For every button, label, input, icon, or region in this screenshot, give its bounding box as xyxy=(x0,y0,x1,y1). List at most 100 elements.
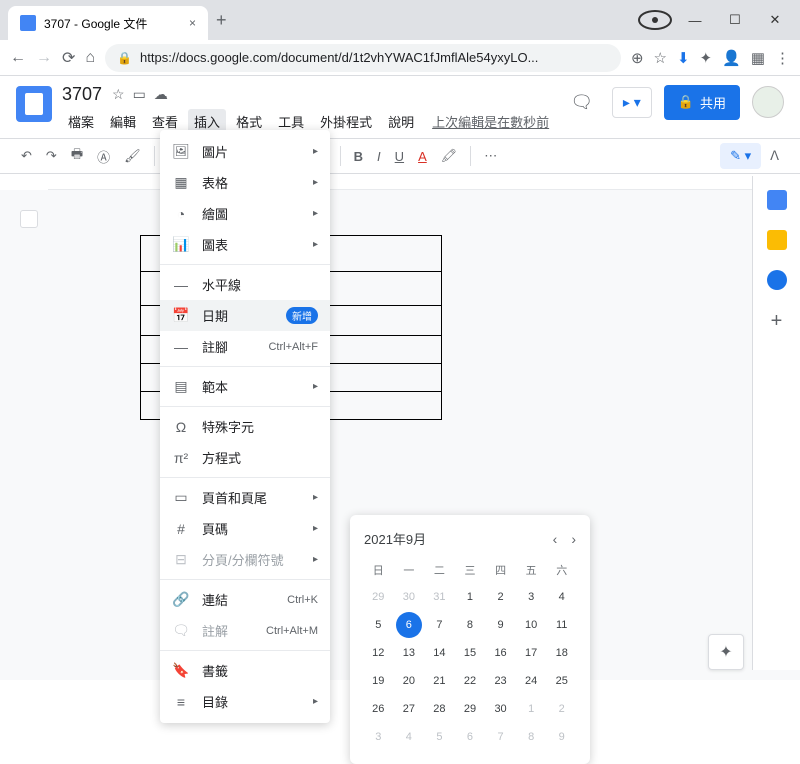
calendar-day[interactable]: 26 xyxy=(365,696,391,722)
calendar-day[interactable]: 31 xyxy=(426,584,452,610)
insert-menu-item-omega[interactable]: Ω 特殊字元 xyxy=(160,411,330,442)
search-icon[interactable]: ⊕ xyxy=(631,49,644,67)
text-color-icon[interactable]: A xyxy=(413,145,432,168)
highlight-icon[interactable]: 🖍 xyxy=(436,144,463,168)
calendar-day[interactable]: 21 xyxy=(426,668,452,694)
menu-icon[interactable]: ⋮ xyxy=(775,49,790,67)
insert-menu-item-hr[interactable]: — 水平線 xyxy=(160,269,330,300)
calendar-day[interactable]: 24 xyxy=(518,668,544,694)
calendar-day[interactable]: 23 xyxy=(488,668,514,694)
calendar-day[interactable]: 6 xyxy=(457,724,483,750)
calendar-next-icon[interactable]: › xyxy=(571,531,576,547)
extensions-icon[interactable]: ✦ xyxy=(700,49,713,67)
calendar-day[interactable]: 12 xyxy=(365,640,391,666)
account-icon[interactable] xyxy=(638,10,672,30)
calendar-day[interactable]: 19 xyxy=(365,668,391,694)
forward-icon[interactable]: → xyxy=(36,49,52,67)
calendar-day[interactable]: 13 xyxy=(396,640,422,666)
insert-menu-item-link[interactable]: 🔗 連結 Ctrl+K xyxy=(160,584,330,615)
print-icon[interactable]: 🖶 xyxy=(66,141,88,171)
calendar-day[interactable]: 1 xyxy=(457,584,483,610)
calendar-day[interactable]: 25 xyxy=(549,668,575,694)
insert-menu-item-image[interactable]: 🖼 圖片 ▸ xyxy=(160,136,330,167)
calendar-day[interactable]: 7 xyxy=(426,612,452,638)
calendar-day[interactable]: 11 xyxy=(549,612,575,638)
profile-icon[interactable]: 👤 xyxy=(722,49,741,67)
calendar-day[interactable]: 30 xyxy=(396,584,422,610)
insert-menu-item-chart[interactable]: 📊 圖表 ▸ xyxy=(160,229,330,260)
calendar-day[interactable]: 5 xyxy=(365,612,391,638)
insert-menu-item-table[interactable]: ▦ 表格 ▸ xyxy=(160,167,330,198)
collapse-icon[interactable]: ᐱ xyxy=(765,144,784,168)
horizontal-ruler[interactable] xyxy=(48,174,752,190)
tasks-app-icon[interactable] xyxy=(767,270,787,290)
menu-item-7[interactable]: 說明 xyxy=(382,109,420,134)
ext2-icon[interactable]: ▦ xyxy=(751,49,765,67)
calendar-day[interactable]: 16 xyxy=(488,640,514,666)
move-doc-icon[interactable]: ▭ xyxy=(133,86,146,103)
calendar-day[interactable]: 5 xyxy=(426,724,452,750)
document-title[interactable]: 3707 xyxy=(62,84,102,105)
calendar-day[interactable]: 9 xyxy=(488,612,514,638)
paint-format-icon[interactable]: 🖌 xyxy=(119,144,146,168)
menu-item-0[interactable]: 檔案 xyxy=(62,109,100,134)
italic-icon[interactable]: I xyxy=(372,145,386,168)
calendar-day[interactable]: 27 xyxy=(396,696,422,722)
calendar-day[interactable]: 2 xyxy=(488,584,514,610)
calendar-day[interactable]: 18 xyxy=(549,640,575,666)
insert-menu-item-pagenum[interactable]: # 頁碼 ▸ xyxy=(160,513,330,544)
download-icon[interactable]: ⬇ xyxy=(677,49,690,67)
insert-menu-item-footnote[interactable]: ― 註腳 Ctrl+Alt+F xyxy=(160,331,330,362)
calendar-day[interactable]: 10 xyxy=(518,612,544,638)
home-icon[interactable]: ⌂ xyxy=(85,49,95,67)
user-avatar[interactable] xyxy=(752,86,784,118)
add-addon-icon[interactable]: + xyxy=(771,310,783,333)
calendar-app-icon[interactable] xyxy=(767,190,787,210)
star-icon[interactable]: ☆ xyxy=(654,49,667,67)
last-edit-label[interactable]: 上次編輯是在數秒前 xyxy=(432,112,549,131)
reload-icon[interactable]: ⟳ xyxy=(62,48,75,68)
calendar-day[interactable]: 4 xyxy=(396,724,422,750)
document-canvas[interactable]: 預定日期 2021年9月6日 2021年9月 ‹ › 日一二三四五六293031… xyxy=(0,190,800,680)
close-window-icon[interactable]: ✕ xyxy=(758,12,792,28)
star-doc-icon[interactable]: ☆ xyxy=(112,86,125,103)
new-tab-button[interactable]: + xyxy=(216,10,227,31)
insert-menu-item-header[interactable]: ▭ 頁首和頁尾 ▸ xyxy=(160,482,330,513)
calendar-day[interactable]: 1 xyxy=(518,696,544,722)
insert-menu-item-pi[interactable]: π² 方程式 xyxy=(160,442,330,473)
underline-icon[interactable]: U xyxy=(390,145,409,168)
insert-menu-item-bookmark[interactable]: 🔖 書籤 xyxy=(160,655,330,686)
undo-icon[interactable]: ↶ xyxy=(16,144,37,168)
calendar-prev-icon[interactable]: ‹ xyxy=(553,531,558,547)
calendar-day[interactable]: 22 xyxy=(457,668,483,694)
calendar-day[interactable]: 15 xyxy=(457,640,483,666)
url-field[interactable]: 🔒 https://docs.google.com/document/d/1t2… xyxy=(105,44,621,72)
redo-icon[interactable]: ↷ xyxy=(41,144,62,168)
insert-menu-item-date[interactable]: 📅 日期 新增 xyxy=(160,300,330,331)
calendar-day[interactable]: 14 xyxy=(426,640,452,666)
menu-item-1[interactable]: 編輯 xyxy=(104,109,142,134)
calendar-day[interactable]: 28 xyxy=(426,696,452,722)
calendar-day[interactable]: 7 xyxy=(488,724,514,750)
calendar-day[interactable]: 6 xyxy=(396,612,422,638)
calendar-day[interactable]: 8 xyxy=(518,724,544,750)
calendar-day[interactable]: 3 xyxy=(365,724,391,750)
more-tools-icon[interactable]: ⋯ xyxy=(479,144,502,168)
editing-mode-button[interactable]: ✎ ▾ xyxy=(720,143,761,169)
docs-logo-icon[interactable] xyxy=(16,86,52,122)
close-tab-icon[interactable]: × xyxy=(189,16,196,30)
keep-app-icon[interactable] xyxy=(767,230,787,250)
spellcheck-icon[interactable]: Ⓐ xyxy=(92,143,115,170)
calendar-day[interactable]: 3 xyxy=(518,584,544,610)
insert-menu-item-draw[interactable]: ◔ 繪圖 ▸ xyxy=(160,198,330,229)
explore-button[interactable]: ✦ xyxy=(708,634,744,670)
calendar-day[interactable]: 9 xyxy=(549,724,575,750)
comments-history-icon[interactable]: 🗨 xyxy=(564,84,600,120)
calendar-day[interactable]: 17 xyxy=(518,640,544,666)
cloud-status-icon[interactable]: ☁ xyxy=(154,86,168,103)
calendar-day[interactable]: 20 xyxy=(396,668,422,694)
calendar-day[interactable]: 8 xyxy=(457,612,483,638)
insert-menu-item-toc[interactable]: ≡ 目錄 ▸ xyxy=(160,686,330,717)
share-button[interactable]: 🔒 共用 xyxy=(664,85,740,120)
calendar-day[interactable]: 2 xyxy=(549,696,575,722)
